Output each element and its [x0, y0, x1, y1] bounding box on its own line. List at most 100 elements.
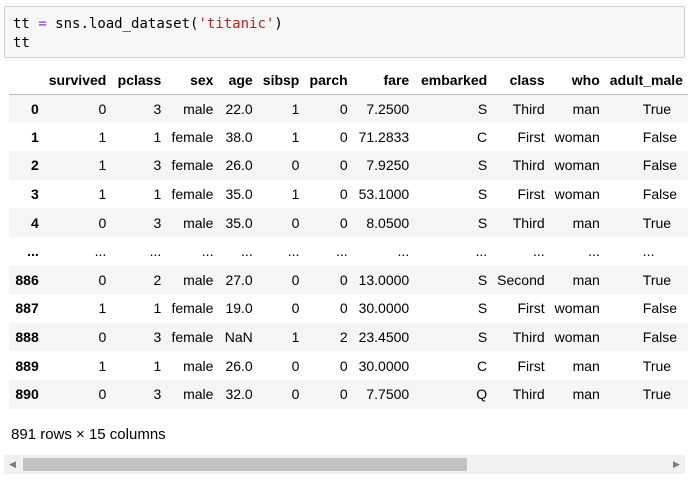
table-cell: 32.0: [225, 386, 253, 403]
table-row: 886 0 2 male 27.0 0 0 13.0000 S Second man True: [9, 265, 688, 295]
table-cell: 30.0000: [358, 300, 410, 317]
table-cell: 3: [153, 329, 162, 346]
table-cell: 38.0: [225, 128, 253, 145]
row-index: 2: [30, 157, 39, 174]
code-string-arg: 'titanic': [198, 16, 275, 32]
table-cell: 1: [153, 300, 162, 317]
row-index: 886: [15, 271, 39, 288]
table-row: 890 0 3 male 32.0 0 0 7.7500 Q Third man True: [9, 379, 688, 409]
table-cell: ...: [642, 243, 655, 260]
table-cell: First: [517, 128, 545, 145]
code-cell[interactable]: tt = sns.load_dataset('titanic') tt: [4, 6, 685, 58]
table-cell: 3: [153, 157, 162, 174]
table-cell: ...: [201, 243, 214, 260]
row-index: 888: [15, 329, 39, 346]
scrollbar-thumb[interactable]: [23, 458, 467, 471]
table-cell: S: [477, 157, 488, 174]
table-header-row: survived pclass sex age sibsp parch fare embark…: [9, 66, 688, 95]
table-cell: 7.9250: [366, 157, 410, 174]
table-cell: man: [572, 271, 600, 288]
table-cell: 0: [291, 271, 300, 288]
table-cell: 0: [339, 128, 348, 145]
table-cell: True: [642, 357, 672, 374]
table-cell: woman: [554, 157, 600, 174]
row-index: 3: [30, 186, 39, 203]
table-cell: 0: [339, 271, 348, 288]
table-cell: 0: [291, 386, 300, 403]
table-cell: 0: [339, 300, 348, 317]
table-cell: False: [642, 186, 678, 203]
row-index: 889: [15, 357, 39, 374]
table-cell: 30.0000: [358, 357, 410, 374]
table-cell: male: [183, 100, 214, 117]
table-cell: Third: [512, 386, 545, 403]
table-row: ....................................: [9, 236, 688, 266]
table-cell: man: [572, 100, 600, 117]
table-cell: 35.0: [225, 214, 253, 231]
table-cell: 0: [291, 157, 300, 174]
column-header-fare: fare: [352, 66, 415, 95]
table-cell: C: [477, 357, 488, 374]
index-header: [9, 66, 44, 95]
table-cell: 1: [153, 186, 162, 203]
table-cell: 26.0: [225, 357, 253, 374]
table-cell: 1: [98, 300, 107, 317]
table-cell: 3: [153, 214, 162, 231]
table-cell: False: [642, 157, 678, 174]
column-header-parch: parch: [304, 66, 353, 95]
table-cell: woman: [554, 300, 600, 317]
table-cell: female: [171, 329, 214, 346]
table-cell: ...: [397, 243, 410, 260]
table-cell: First: [517, 300, 545, 317]
column-header-age: age: [218, 66, 258, 95]
table-cell: 71.2833: [358, 128, 410, 145]
table-cell: 0: [98, 214, 107, 231]
table-cell: S: [477, 329, 488, 346]
table-cell: S: [477, 300, 488, 317]
table-cell: 23.4500: [358, 329, 410, 346]
table-cell: male: [183, 386, 214, 403]
table-cell: 1: [291, 329, 300, 346]
table-row: 889 1 1 male 26.0 0 0 30.0000 C First man True: [9, 351, 688, 380]
table-cell: 2: [339, 329, 348, 346]
code-close-paren: ): [274, 16, 283, 32]
table-cell: male: [183, 357, 214, 374]
table-cell: female: [171, 128, 214, 145]
table-cell: 22.0: [225, 100, 253, 117]
table-cell: 7.7500: [366, 386, 410, 403]
code-operator: =: [38, 16, 47, 32]
table-cell: 1: [291, 100, 300, 117]
table-cell: 1: [98, 128, 107, 145]
table-cell: 35.0: [225, 186, 253, 203]
table-row: 4 0 3 male 35.0 0 0 8.0500 S Third man True: [9, 208, 688, 237]
column-header-adult-male: adult_male: [604, 66, 688, 95]
table-cell: 1: [153, 128, 162, 145]
table-cell: 1: [98, 157, 107, 174]
table-cell: S: [477, 214, 488, 231]
scroll-left-arrow-icon[interactable]: ◀: [4, 455, 21, 474]
table-cell: Third: [512, 157, 545, 174]
table-cell: ...: [241, 243, 253, 260]
table-cell: 0: [339, 100, 348, 117]
table-cell: woman: [554, 186, 600, 203]
table-row: 887 1 1 female 19.0 0 0 30.0000 S First woman False: [9, 294, 688, 323]
table-cell: 13.0000: [358, 271, 410, 288]
table-cell: True: [642, 386, 672, 403]
table-cell: female: [171, 300, 214, 317]
table-cell: 0: [98, 386, 107, 403]
table-cell: 0: [291, 214, 300, 231]
horizontal-scrollbar[interactable]: ◀ ▶: [4, 455, 685, 474]
dataframe-table: survived pclass sex age sibsp parch fare embark…: [9, 66, 688, 409]
column-header-who: who: [549, 66, 605, 95]
table-cell: 1: [291, 186, 300, 203]
table-cell: ...: [149, 243, 162, 260]
table-cell: man: [572, 386, 600, 403]
table-cell: 0: [339, 214, 348, 231]
row-index: 0: [30, 100, 39, 117]
row-index: ...: [27, 243, 39, 260]
scroll-right-arrow-icon[interactable]: ▶: [668, 455, 685, 474]
table-cell: NaN: [224, 329, 253, 346]
code-line-1: tt = sns.load_dataset('titanic'): [13, 15, 684, 34]
table-cell: Q: [476, 386, 488, 403]
table-cell: 0: [339, 157, 348, 174]
